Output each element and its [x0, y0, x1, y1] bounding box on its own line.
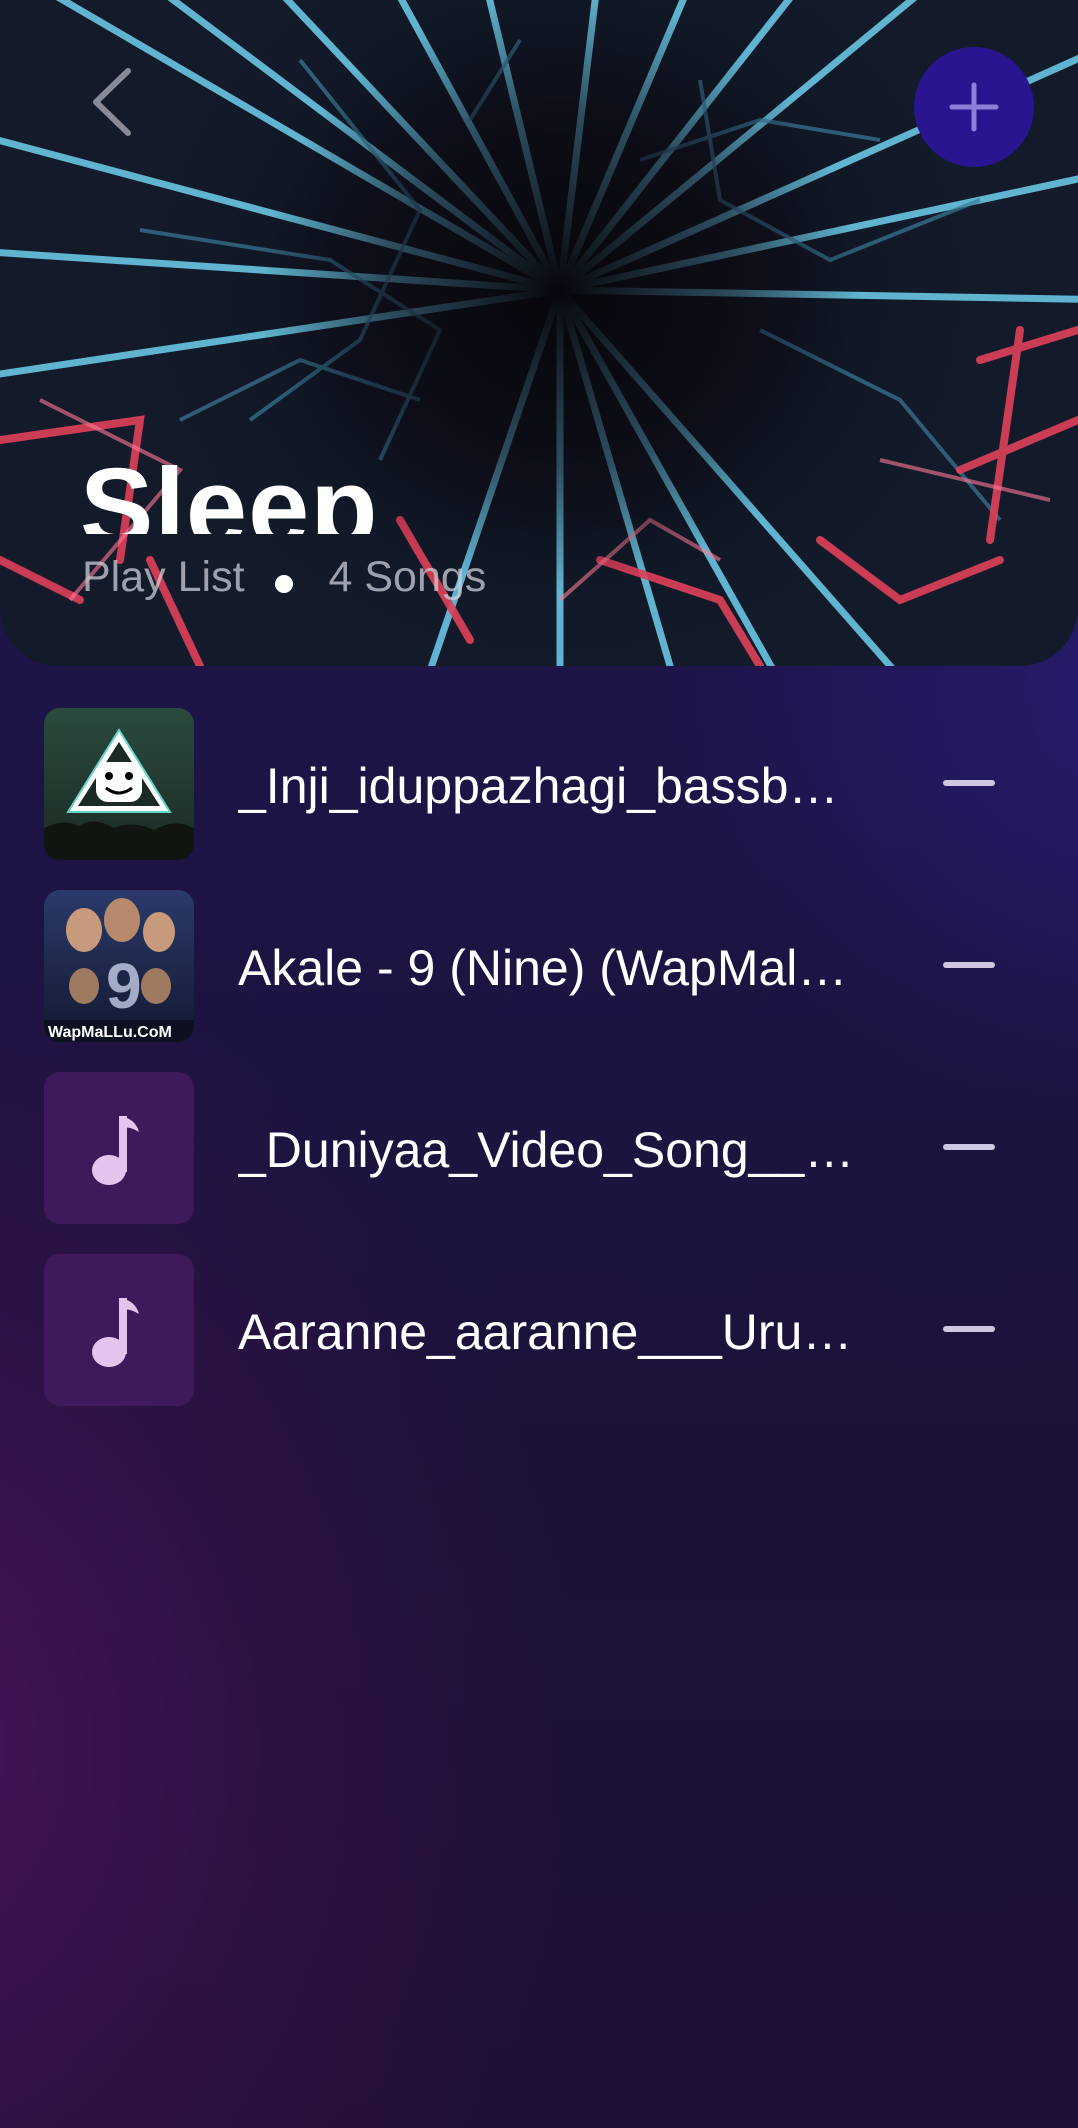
- playlist-song-count: 4 Songs: [328, 553, 487, 601]
- minus-icon: [943, 780, 995, 786]
- music-note-icon: [92, 1298, 139, 1367]
- song-thumbnail: [44, 1072, 194, 1224]
- song-title: _Duniyaa_Video_Song__…: [238, 1122, 855, 1178]
- song-thumbnail: [44, 1254, 194, 1406]
- nine-movie-poster: 9 WapMaLLu.CoM: [44, 890, 194, 1042]
- minus-icon: [943, 962, 995, 968]
- song-thumbnail: [44, 708, 194, 860]
- song-list: _Inji_iduppazhagi_bassb… 9 WapMaLLu.CoM …: [0, 706, 1078, 1434]
- remove-song-button[interactable]: [922, 940, 1016, 990]
- poster-caption: WapMaLLu.CoM: [48, 1024, 172, 1041]
- marshmello-artwork: [44, 708, 194, 860]
- remove-song-button[interactable]: [922, 1304, 1016, 1354]
- song-thumbnail: 9 WapMaLLu.CoM: [44, 890, 194, 1042]
- playlist-meta: Play List 4 Songs: [82, 553, 486, 602]
- song-row[interactable]: _Duniyaa_Video_Song__…: [0, 1070, 1078, 1224]
- song-row[interactable]: Aaranne_aaranne___Uru…: [0, 1252, 1078, 1406]
- back-button[interactable]: [72, 62, 152, 142]
- playlist-type-label: Play List: [82, 553, 245, 601]
- separator-dot: [274, 574, 293, 593]
- chevron-left-icon: [93, 68, 131, 136]
- song-title: _Inji_iduppazhagi_bassb…: [238, 758, 839, 814]
- song-row[interactable]: _Inji_iduppazhagi_bassb…: [0, 706, 1078, 860]
- plus-icon: [949, 82, 999, 132]
- minus-icon: [943, 1144, 995, 1150]
- playlist-header: Sleep Play List 4 Songs: [0, 0, 1078, 666]
- music-note-icon: [92, 1116, 139, 1185]
- song-title: Akale - 9 (Nine) (WapMal…: [238, 940, 848, 996]
- remove-song-button[interactable]: [922, 758, 1016, 808]
- song-title: Aaranne_aaranne___Uru…: [238, 1304, 853, 1360]
- add-song-button[interactable]: [914, 47, 1034, 167]
- minus-icon: [943, 1326, 995, 1332]
- playlist-title: Sleep: [80, 446, 379, 534]
- svg-text:9: 9: [106, 950, 142, 1022]
- song-row[interactable]: 9 WapMaLLu.CoM Akale - 9 (Nine) (WapMal…: [0, 888, 1078, 1042]
- remove-song-button[interactable]: [922, 1122, 1016, 1172]
